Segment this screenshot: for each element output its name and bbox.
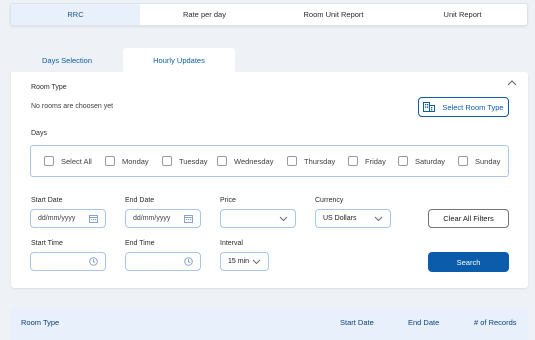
tab-label: Room Unit Report: [303, 10, 364, 19]
calendar-icon[interactable]: [89, 214, 98, 223]
tab-room-unit-report[interactable]: Room Unit Report: [269, 4, 398, 25]
chevron-up-icon[interactable]: [507, 79, 517, 86]
day-label: Tuesday: [179, 156, 208, 166]
room-type-empty-text: No rooms are choosen yet: [31, 103, 114, 110]
currency-label: Currency: [315, 197, 344, 204]
end-time-input[interactable]: [125, 252, 201, 271]
checkbox-box[interactable]: [348, 156, 358, 166]
tab-rate-per-day[interactable]: Rate per day: [140, 4, 269, 25]
day-label: Saturday: [415, 156, 446, 166]
room-type-label: Room Type: [31, 84, 67, 91]
start-date-placeholder: dd/mm/yyyy: [38, 215, 76, 222]
days-group: Select All Monday Tuesday Wednesday Thur…: [30, 145, 509, 177]
day-monday-checkbox[interactable]: Monday: [105, 156, 149, 166]
results-table-header: Room Type Start Date End Date # of Recor…: [11, 309, 528, 340]
tab-label: RRC: [67, 10, 84, 19]
days-label: Days: [31, 130, 47, 137]
price-select[interactable]: [220, 209, 296, 228]
interval-select[interactable]: 15 min: [220, 252, 269, 271]
checkbox-box[interactable]: [44, 156, 54, 166]
day-friday-checkbox[interactable]: Friday: [348, 156, 386, 166]
start-time-input[interactable]: [30, 252, 106, 271]
day-saturday-checkbox[interactable]: Saturday: [398, 156, 445, 166]
tab-label: Unit Report: [443, 10, 482, 19]
column-header-end-date[interactable]: End Date: [408, 318, 439, 327]
clock-icon[interactable]: [89, 257, 98, 266]
currency-value: US Dollars: [323, 215, 357, 222]
chevron-down-icon: [279, 216, 288, 221]
clock-icon[interactable]: [184, 257, 193, 266]
end-time-label: End Time: [125, 240, 155, 247]
day-label: Monday: [122, 156, 149, 166]
chevron-down-icon: [252, 259, 261, 264]
price-label: Price: [220, 197, 236, 204]
checkbox-box[interactable]: [287, 156, 297, 166]
day-thursday-checkbox[interactable]: Thursday: [287, 156, 335, 166]
start-date-input[interactable]: dd/mm/yyyy: [30, 209, 106, 228]
sub-tabs: Days Selection Hourly Updates: [11, 48, 235, 72]
day-select-all-checkbox[interactable]: Select All: [44, 156, 92, 166]
column-header-record-count[interactable]: # of Records: [474, 318, 517, 327]
currency-select[interactable]: US Dollars: [315, 209, 391, 228]
day-label: Select All: [61, 156, 92, 166]
day-label: Wednesday: [234, 156, 274, 166]
calendar-icon[interactable]: [184, 214, 193, 223]
tab-rrc[interactable]: RRC: [11, 4, 140, 25]
day-label: Sunday: [475, 156, 501, 166]
tab-hourly-updates[interactable]: Hourly Updates: [123, 48, 235, 72]
select-room-type-label: Select Room Type: [442, 102, 504, 112]
tab-days-selection[interactable]: Days Selection: [11, 48, 123, 72]
end-date-input[interactable]: dd/mm/yyyy: [125, 209, 201, 228]
chevron-down-icon: [374, 216, 383, 221]
day-label: Friday: [365, 156, 386, 166]
clear-all-filters-button[interactable]: Clear All Filters: [428, 209, 509, 228]
checkbox-box[interactable]: [217, 156, 227, 166]
column-header-room-type[interactable]: Room Type: [21, 318, 59, 327]
select-room-type-button[interactable]: Select Room Type: [418, 97, 509, 117]
column-header-start-date[interactable]: Start Date: [340, 318, 374, 327]
top-nav: RRC Rate per day Room Unit Report Unit R…: [10, 3, 528, 26]
checkbox-box[interactable]: [162, 156, 172, 166]
tab-label: Rate per day: [183, 10, 226, 19]
start-time-label: Start Time: [31, 240, 63, 247]
building-icon: [423, 102, 436, 112]
checkbox-box[interactable]: [458, 156, 468, 166]
day-wednesday-checkbox[interactable]: Wednesday: [217, 156, 273, 166]
end-date-placeholder: dd/mm/yyyy: [133, 215, 171, 222]
interval-value: 15 min: [228, 258, 250, 265]
interval-label: Interval: [220, 240, 243, 247]
tab-label: Hourly Updates: [153, 55, 205, 65]
clear-all-filters-label: Clear All Filters: [443, 214, 494, 223]
start-date-label: Start Date: [31, 197, 63, 204]
tab-unit-report[interactable]: Unit Report: [398, 4, 527, 25]
day-tuesday-checkbox[interactable]: Tuesday: [162, 156, 208, 166]
tab-label: Days Selection: [41, 55, 93, 65]
day-sunday-checkbox[interactable]: Sunday: [458, 156, 500, 166]
end-date-label: End Date: [125, 197, 155, 204]
search-label: Search: [456, 257, 481, 267]
checkbox-box[interactable]: [398, 156, 408, 166]
search-button[interactable]: Search: [428, 252, 509, 272]
checkbox-box[interactable]: [105, 156, 115, 166]
day-label: Thursday: [304, 156, 336, 166]
